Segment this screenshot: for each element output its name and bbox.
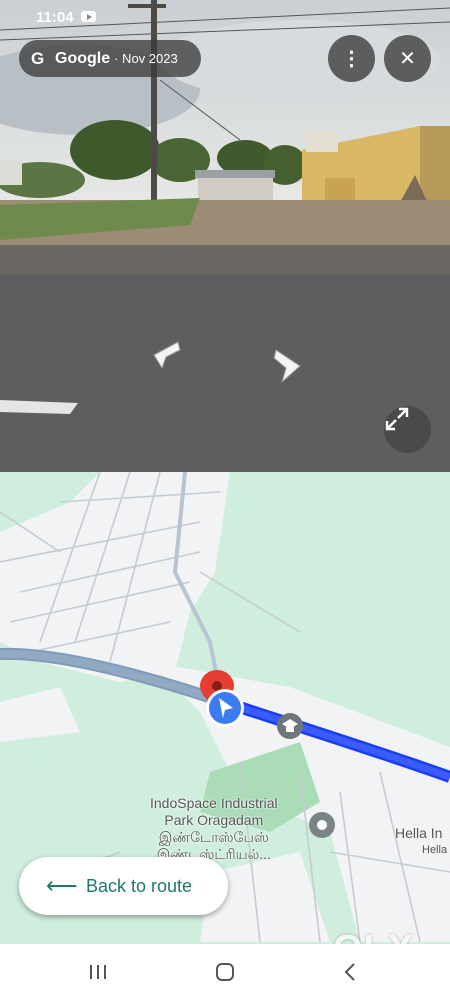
more-vert-icon: ⋮ — [341, 48, 362, 70]
close-icon: ✕ — [399, 48, 416, 70]
capture-date: · Nov 2023 — [114, 51, 178, 66]
recent-apps-icon — [90, 965, 106, 979]
place-name-line2: Park Oragadam — [164, 812, 264, 828]
back-to-route-button[interactable]: ⟵ Back to route — [19, 857, 228, 915]
move-back-arrow-icon[interactable] — [150, 340, 182, 372]
more-options-button[interactable]: ⋮ — [328, 35, 375, 82]
imagery-info-chip[interactable]: G Google · Nov 2023 — [19, 40, 201, 77]
expand-icon — [385, 407, 409, 431]
place-name-tamil1: இண்டோஸ்பேஸ் — [158, 829, 269, 845]
provider-name: Google — [55, 49, 111, 67]
street-view-panorama[interactable]: 11:04 G Google · Nov 2023 ⋮ ✕ — [0, 0, 450, 472]
arrow-left-icon: ⟵ — [46, 873, 78, 898]
google-g-icon: G — [31, 48, 45, 68]
expand-button[interactable] — [384, 406, 431, 453]
poi-label-hella[interactable]: Hella In — [395, 825, 442, 841]
place-name-line1: IndoSpace Industrial — [150, 795, 278, 811]
youtube-notification-icon — [81, 11, 96, 22]
close-button[interactable]: ✕ — [384, 35, 431, 82]
status-time: 11:04 — [36, 9, 74, 26]
system-navigation-bar — [0, 944, 450, 1000]
back-to-route-label: Back to route — [86, 875, 193, 896]
recent-apps-button[interactable] — [68, 944, 128, 1000]
back-chevron-icon — [344, 963, 355, 981]
home-button[interactable] — [195, 944, 255, 1000]
home-icon — [216, 963, 234, 981]
move-forward-arrow-icon[interactable] — [272, 348, 304, 384]
place-label[interactable]: IndoSpace Industrial Park Oragadam இண்டோ… — [150, 795, 278, 863]
poi-label-hella-sub: Hella — [422, 844, 448, 856]
back-button[interactable] — [320, 944, 380, 1000]
